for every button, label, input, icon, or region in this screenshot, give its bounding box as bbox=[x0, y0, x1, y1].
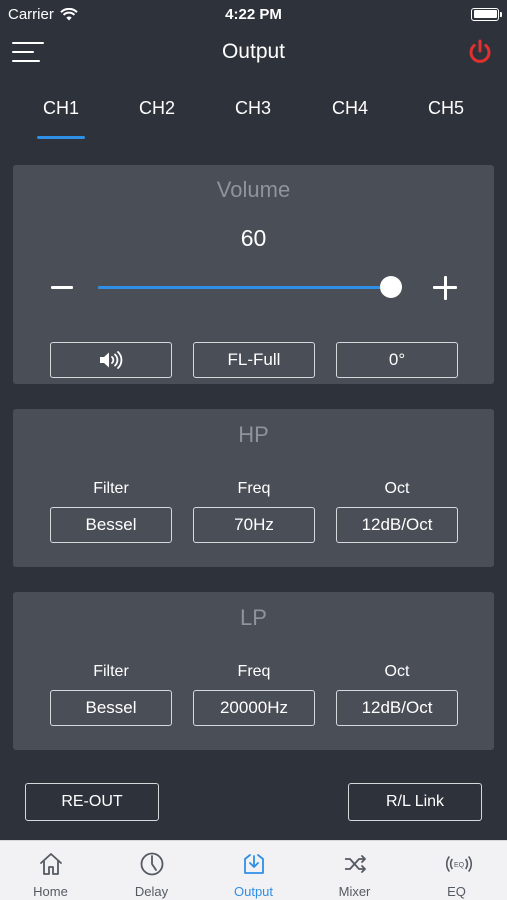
hp-panel: HP Filter Freq Oct Bessel 70Hz 12dB/Oct bbox=[13, 409, 494, 567]
shuffle-icon bbox=[345, 855, 366, 873]
phase-button[interactable]: 0° bbox=[336, 342, 458, 378]
tab-ch1[interactable]: CH1 bbox=[21, 92, 101, 140]
volume-title: Volume bbox=[216, 177, 291, 202]
hp-oct-button[interactable]: 12dB/Oct bbox=[336, 507, 458, 543]
page-title: Output bbox=[221, 40, 286, 63]
lp-oct-label: Oct bbox=[384, 663, 410, 680]
speaker-icon bbox=[100, 351, 123, 369]
channel-tabs: CH1 CH2 CH3 CH4 CH5 bbox=[0, 92, 507, 142]
lp-title: LP bbox=[240, 605, 267, 630]
rl-link-button[interactable]: R/L Link bbox=[348, 783, 482, 821]
hp-freq-label: Freq bbox=[237, 480, 271, 497]
lp-freq-button[interactable]: 20000Hz bbox=[193, 690, 315, 726]
lp-filter-label: Filter bbox=[93, 663, 129, 680]
carrier-label: Carrier bbox=[8, 5, 54, 23]
tab-eq[interactable]: EQ EQ bbox=[406, 841, 507, 900]
status-left: Carrier bbox=[8, 6, 78, 23]
tab-mixer[interactable]: Mixer bbox=[304, 841, 405, 900]
status-bar: Carrier 4:22 PM bbox=[0, 0, 507, 28]
clock-icon bbox=[140, 852, 164, 876]
mute-button[interactable] bbox=[50, 342, 172, 378]
tab-output[interactable]: Output bbox=[203, 841, 304, 900]
hp-title: HP bbox=[238, 422, 269, 447]
active-tab-indicator bbox=[37, 136, 85, 139]
volume-increase-button[interactable] bbox=[431, 275, 459, 303]
tab-eq-label: EQ bbox=[447, 884, 466, 899]
hp-freq-button[interactable]: 70Hz bbox=[193, 507, 315, 543]
eq-icon: EQ bbox=[445, 856, 473, 872]
tab-home[interactable]: Home bbox=[0, 841, 101, 900]
nav-bar: Output bbox=[0, 30, 507, 76]
tab-ch4[interactable]: CH4 bbox=[310, 92, 390, 140]
hp-filter-label: Filter bbox=[93, 480, 129, 497]
position-button[interactable]: FL-Full bbox=[193, 342, 315, 378]
tab-ch5[interactable]: CH5 bbox=[406, 92, 486, 140]
volume-slider-thumb[interactable] bbox=[379, 276, 402, 298]
volume-panel: Volume 60 FL-Full 0° bbox=[13, 165, 494, 384]
battery-icon bbox=[471, 7, 502, 21]
bottom-tab-bar: Home Delay Output Mixer EQ EQ bbox=[0, 840, 507, 900]
volume-slider[interactable] bbox=[98, 276, 402, 298]
volume-decrease-button[interactable] bbox=[49, 277, 77, 297]
tab-home-label: Home bbox=[33, 884, 68, 899]
hp-filter-button[interactable]: Bessel bbox=[50, 507, 172, 543]
lp-filter-button[interactable]: Bessel bbox=[50, 690, 172, 726]
lp-freq-label: Freq bbox=[237, 663, 271, 680]
wifi-icon bbox=[60, 7, 78, 20]
hp-oct-label: Oct bbox=[384, 480, 410, 497]
tab-mixer-label: Mixer bbox=[338, 884, 371, 899]
lp-panel: LP Filter Freq Oct Bessel 20000Hz 12dB/O… bbox=[13, 592, 494, 750]
volume-slider-fill bbox=[98, 286, 391, 289]
re-out-button[interactable]: RE-OUT bbox=[25, 783, 159, 821]
lp-oct-button[interactable]: 12dB/Oct bbox=[336, 690, 458, 726]
tab-output-label: Output bbox=[233, 884, 274, 899]
tab-delay-label: Delay bbox=[134, 884, 169, 899]
svg-text:EQ: EQ bbox=[454, 862, 465, 869]
tab-ch3[interactable]: CH3 bbox=[213, 92, 293, 140]
tab-delay[interactable]: Delay bbox=[101, 841, 202, 900]
volume-value: 60 bbox=[240, 225, 267, 251]
output-icon bbox=[244, 854, 264, 874]
home-icon bbox=[40, 853, 62, 875]
power-icon[interactable] bbox=[467, 38, 493, 66]
tab-ch2[interactable]: CH2 bbox=[117, 92, 197, 140]
